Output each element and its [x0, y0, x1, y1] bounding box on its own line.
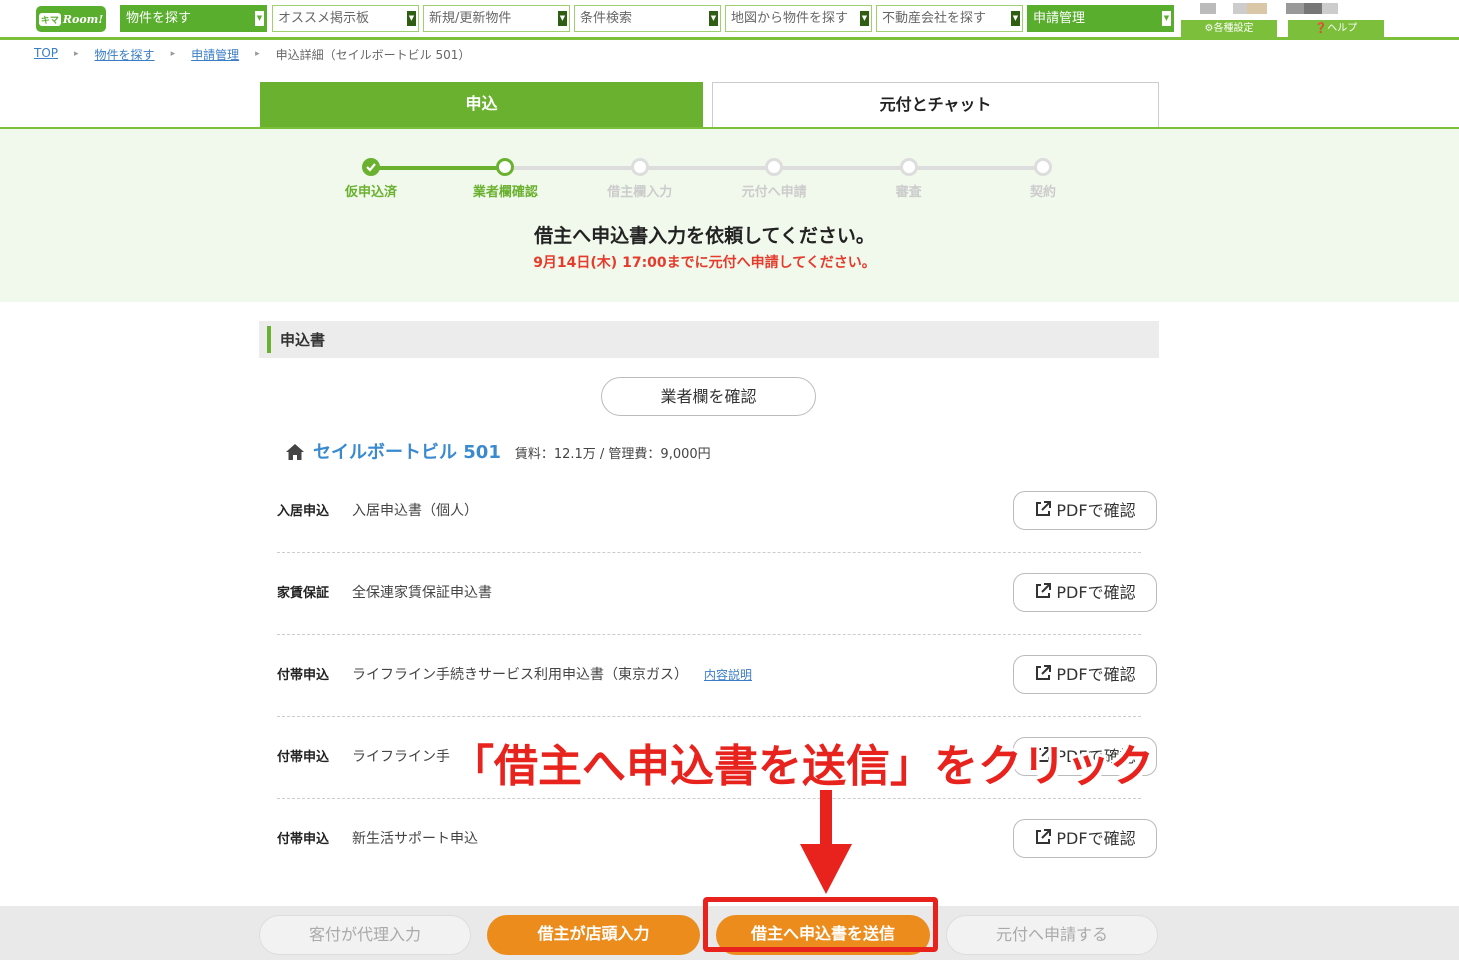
- pdf-confirm-button[interactable]: PDFで確認: [1013, 491, 1157, 530]
- breadcrumb-application-mgmt[interactable]: 申請管理: [191, 46, 239, 63]
- document-name: ライフライン手: [352, 749, 450, 765]
- submit-to-owner-button[interactable]: 元付へ申請する: [946, 915, 1158, 955]
- nav-item-company-search[interactable]: 不動産会社を探す ▼: [876, 5, 1023, 32]
- chevron-down-icon: ▼: [407, 11, 416, 26]
- user-info-block: [1286, 3, 1304, 14]
- external-link-icon: [1036, 665, 1052, 680]
- section-title: 申込書: [280, 331, 326, 349]
- step-connector: [908, 166, 1043, 170]
- document-category: 家賃保証: [277, 586, 330, 601]
- document-category: 付帯申込: [277, 832, 330, 847]
- user-info-block: [1322, 3, 1338, 14]
- status-message: 借主へ申込書入力を依頼してください。: [534, 225, 875, 247]
- nav-item-search-property[interactable]: 物件を探す ▼: [120, 5, 267, 32]
- house-icon: [286, 444, 304, 460]
- kimaroom-logo[interactable]: キマ Room!: [36, 6, 106, 32]
- store-input-button[interactable]: 借主が店頭入力: [487, 915, 700, 955]
- proxy-input-button[interactable]: 客付が代理入力: [259, 915, 471, 955]
- step-label: 契約: [1029, 185, 1056, 200]
- step-label: 仮申込済: [344, 185, 397, 200]
- user-info-block: [1247, 3, 1267, 14]
- tab-apply[interactable]: 申込: [260, 82, 703, 128]
- nav-underline: [0, 37, 1459, 40]
- pdf-confirm-button[interactable]: PDFで確認: [1013, 819, 1157, 858]
- settings-button[interactable]: ⚙各種設定: [1181, 20, 1277, 37]
- document-category: 付帯申込: [277, 668, 330, 683]
- breadcrumb-top[interactable]: TOP: [34, 46, 58, 63]
- breadcrumb-search-property[interactable]: 物件を探す: [95, 46, 155, 63]
- step-connector: [774, 166, 909, 170]
- row-divider: [277, 552, 1141, 553]
- step-circle: [630, 158, 649, 176]
- external-link-icon: [1036, 829, 1052, 844]
- pdf-confirm-button[interactable]: PDFで確認: [1013, 573, 1157, 612]
- nav-item-map-search[interactable]: 地図から物件を探す ▼: [725, 5, 872, 32]
- property-header: セイルボートビル 501 賃料：12.1万 / 管理費：9,000円: [285, 438, 711, 464]
- pdf-confirm-button[interactable]: PDFで確認: [1013, 655, 1157, 694]
- document-name: 全保連家賃保証申込書: [352, 585, 492, 601]
- annotation-label: 「借主へ申込書を送信」をクリック: [450, 741, 1154, 792]
- row-divider: [277, 716, 1141, 717]
- step-connector: [639, 166, 775, 170]
- property-rent-info: 賃料：12.1万 / 管理費：9,000円: [514, 447, 711, 462]
- user-info-block: [1233, 3, 1247, 14]
- document-name: 新生活サポート申込: [352, 831, 478, 847]
- document-name: 入居申込書（個人）: [352, 503, 478, 519]
- nav-item-application-mgmt[interactable]: 申請管理 ▼: [1027, 5, 1174, 32]
- check-broker-fields-button[interactable]: 業者欄を確認: [601, 377, 816, 416]
- document-category: 入居申込: [277, 504, 330, 519]
- document-category: 付帯申込: [277, 750, 330, 765]
- row-divider: [277, 798, 1141, 799]
- section-accent-bar: [267, 326, 271, 353]
- tab-chat[interactable]: 元付とチャット: [712, 82, 1159, 128]
- chevron-right-icon: ▸: [74, 49, 79, 59]
- chevron-down-icon: ▼: [709, 11, 718, 26]
- annotation-arrow-icon: [800, 790, 852, 894]
- breadcrumb: TOP ▸ 物件を探す ▸ 申請管理 ▸ 申込詳細（セイルボートビル 501）: [34, 46, 470, 63]
- row-divider: [277, 634, 1141, 635]
- document-name: ライフライン手続きサービス利用申込書（東京ガス） 内容説明: [352, 667, 753, 683]
- external-link-icon: [1036, 583, 1052, 598]
- step-label: 業者欄確認: [472, 185, 538, 200]
- step-circle: [899, 158, 918, 176]
- step-label: 借主欄入力: [607, 185, 673, 200]
- step-connector: [505, 166, 640, 170]
- chevron-down-icon: ▼: [860, 11, 869, 26]
- annotation-highlight-box: [703, 897, 938, 952]
- progress-panel: [0, 129, 1459, 302]
- chevron-down-icon: ▼: [1162, 11, 1171, 26]
- step-connector: [371, 166, 506, 170]
- breadcrumb-current: 申込詳細（セイルボートビル 501）: [275, 48, 471, 62]
- nav-item-condition-search[interactable]: 条件検索 ▼: [574, 5, 721, 32]
- deadline-message: 9月14日(木) 17:00までに元付へ申請してください。: [533, 255, 876, 271]
- description-link[interactable]: 内容説明: [704, 668, 752, 682]
- help-icon: ❓: [1314, 23, 1328, 34]
- chevron-right-icon: ▸: [255, 49, 260, 59]
- chevron-right-icon: ▸: [170, 49, 176, 59]
- nav-item-new-updated[interactable]: 新規/更新物件 ▼: [423, 5, 570, 32]
- step-label: 元付へ申請: [741, 185, 807, 200]
- nav-item-recommend-board[interactable]: オススメ掲示板 ▼: [272, 5, 419, 32]
- user-info-block: [1200, 3, 1216, 14]
- help-button[interactable]: ❓ヘルプ: [1288, 20, 1384, 37]
- external-link-icon: [1036, 501, 1052, 516]
- user-info-block: [1304, 3, 1322, 14]
- step-label: 審査: [895, 185, 922, 200]
- step-check-icon: [362, 158, 380, 176]
- property-name[interactable]: セイルボートビル 501: [313, 438, 501, 464]
- chevron-down-icon: ▼: [1011, 11, 1020, 26]
- chevron-down-icon: ▼: [558, 11, 567, 26]
- section-header: 申込書: [259, 321, 1159, 358]
- chevron-down-icon: ▼: [255, 11, 264, 26]
- step-circle: [1034, 158, 1052, 176]
- top-nav: キマ Room! 物件を探す ▼ オススメ掲示板 ▼ 新規/更新物件 ▼ 条件検索 ▼ …: [0, 0, 1459, 38]
